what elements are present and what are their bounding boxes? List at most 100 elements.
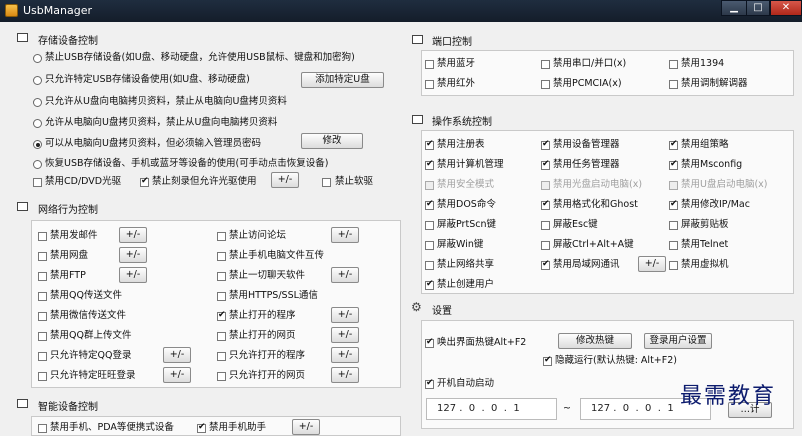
network-label-8: 禁用HTTPS/SSL通信 <box>229 290 318 301</box>
storage-radio-5[interactable] <box>33 140 42 149</box>
hidden-run-checkbox[interactable] <box>543 355 552 366</box>
network-checkbox-6[interactable] <box>217 272 226 281</box>
network-label-10: 禁止打开的程序 <box>229 310 296 321</box>
network-checkbox-16[interactable] <box>217 372 226 381</box>
port-checkbox-6[interactable] <box>669 80 678 89</box>
storage-radio-6[interactable] <box>33 160 42 169</box>
smart-plusminus-button[interactable]: +/- <box>292 419 320 435</box>
modify-hotkey-button[interactable]: 修改热键 <box>558 333 632 349</box>
storage-option-6: 恢复USB存储设备、手机或蓝牙等设备的使用(可手动点击恢复设备) <box>45 158 329 169</box>
network-plusminus-13[interactable]: +/- <box>163 347 191 363</box>
network-plusminus-6[interactable]: +/- <box>331 267 359 283</box>
port-checkbox-4[interactable] <box>425 80 434 89</box>
network-checkbox-10[interactable] <box>217 310 226 321</box>
storage-option-5: 可以从电脑向U盘拷贝资料，但必须输入管理员密码 <box>45 138 261 149</box>
hotkey-label: 唤出界面热键Alt+F2 <box>437 337 527 348</box>
os-checkbox-12[interactable] <box>669 199 678 210</box>
smart-section-title: 智能设备控制 <box>38 402 98 413</box>
disable-burn-checkbox[interactable] <box>140 176 149 187</box>
disable-floppy-checkbox[interactable] <box>322 178 331 187</box>
os-checkbox-7[interactable] <box>425 181 434 190</box>
network-checkbox-11[interactable] <box>38 332 47 341</box>
os-label-9: 禁用U盘启动电脑(x) <box>681 179 768 190</box>
os-label-5: 禁用任务管理器 <box>553 159 620 170</box>
storage-radio-3[interactable] <box>33 98 42 107</box>
disable-cd-checkbox[interactable] <box>33 178 42 187</box>
hotkey-checkbox[interactable] <box>425 337 434 348</box>
network-checkbox-2[interactable] <box>217 232 226 241</box>
network-plusminus-14[interactable]: +/- <box>331 347 359 363</box>
minimize-button[interactable]: ▁ <box>721 0 747 16</box>
os-checkbox-18[interactable] <box>669 241 678 250</box>
os-checkbox-6[interactable] <box>669 159 678 170</box>
port-checkbox-5[interactable] <box>541 80 550 89</box>
network-plusminus-2[interactable]: +/- <box>331 227 359 243</box>
os-checkbox-5[interactable] <box>541 159 550 170</box>
os-label-4: 禁用计算机管理 <box>437 159 504 170</box>
network-checkbox-5[interactable] <box>38 272 47 281</box>
network-checkbox-12[interactable] <box>217 332 226 341</box>
os-checkbox-13[interactable] <box>425 221 434 230</box>
disable-burn-label: 禁止刻录但允许光驱使用 <box>152 176 257 187</box>
network-plusminus-15[interactable]: +/- <box>163 367 191 383</box>
os-checkbox-15[interactable] <box>669 221 678 230</box>
network-checkbox-3[interactable] <box>38 252 47 261</box>
network-checkbox-4[interactable] <box>217 252 226 261</box>
network-checkbox-1[interactable] <box>38 232 47 241</box>
port-label-2: 禁用串口/并口(x) <box>553 58 627 69</box>
os-checkbox-20[interactable] <box>541 259 550 270</box>
os-checkbox-22[interactable] <box>425 279 434 290</box>
storage-option-1: 禁止USB存储设备(如U盘、移动硬盘，允许使用USB鼠标、键盘和加密狗) <box>45 52 355 63</box>
os-checkbox-16[interactable] <box>425 241 434 250</box>
add-specific-usb-button[interactable]: 添加特定U盘 <box>301 72 384 88</box>
network-checkbox-13[interactable] <box>38 352 47 361</box>
os-checkbox-2[interactable] <box>541 139 550 150</box>
os-checkbox-9[interactable] <box>669 181 678 190</box>
os-section-icon <box>412 115 423 124</box>
autostart-checkbox[interactable] <box>425 378 434 389</box>
os-checkbox-14[interactable] <box>541 221 550 230</box>
storage-radio-1[interactable] <box>33 54 42 63</box>
os-checkbox-19[interactable] <box>425 261 434 270</box>
network-plusminus-10[interactable]: +/- <box>331 307 359 323</box>
port-checkbox-3[interactable] <box>669 60 678 69</box>
os-checkbox-1[interactable] <box>425 139 434 150</box>
gear-icon: ⚙ <box>411 300 422 314</box>
lan-plusminus-button[interactable]: +/- <box>638 256 666 272</box>
network-checkbox-7[interactable] <box>38 292 47 301</box>
close-button[interactable]: ✕ <box>770 0 802 16</box>
network-plusminus-3[interactable]: +/- <box>119 247 147 263</box>
os-checkbox-3[interactable] <box>669 139 678 150</box>
os-label-11: 禁用格式化和Ghost <box>553 199 638 210</box>
port-checkbox-2[interactable] <box>541 60 550 69</box>
os-checkbox-21[interactable] <box>669 261 678 270</box>
os-label-19: 禁止网络共享 <box>437 259 495 270</box>
port-checkbox-1[interactable] <box>425 60 434 69</box>
network-plusminus-12[interactable]: +/- <box>331 327 359 343</box>
maximize-button[interactable]: □ <box>746 0 770 16</box>
os-label-10: 禁用DOS命令 <box>437 199 496 210</box>
os-label-1: 禁用注册表 <box>437 139 485 150</box>
ip-start-input[interactable]: 127 . 0 . 0 . 1 <box>426 398 557 420</box>
network-plusminus-1[interactable]: +/- <box>119 227 147 243</box>
storage-radio-4[interactable] <box>33 119 42 128</box>
os-checkbox-17[interactable] <box>541 241 550 250</box>
burn-plusminus-button[interactable]: +/- <box>271 172 299 188</box>
network-label-6: 禁止一切聊天软件 <box>229 270 306 281</box>
os-checkbox-11[interactable] <box>541 199 550 210</box>
network-checkbox-8[interactable] <box>217 292 226 301</box>
os-checkbox-4[interactable] <box>425 159 434 170</box>
network-plusminus-5[interactable]: +/- <box>119 267 147 283</box>
os-checkbox-8[interactable] <box>541 181 550 190</box>
storage-radio-2[interactable] <box>33 76 42 85</box>
storage-option-2: 只允许特定USB存储设备使用(如U盘、移动硬盘) <box>45 74 250 85</box>
network-label-9: 禁用微信传送文件 <box>50 310 127 321</box>
network-checkbox-14[interactable] <box>217 352 226 361</box>
modify-password-button[interactable]: 修改 <box>301 133 363 149</box>
storage-option-4: 允许从电脑向U盘拷贝资料，禁止从U盘向电脑拷贝资料 <box>45 117 278 128</box>
network-checkbox-9[interactable] <box>38 312 47 321</box>
network-plusminus-16[interactable]: +/- <box>331 367 359 383</box>
os-checkbox-10[interactable] <box>425 199 434 210</box>
login-settings-button[interactable]: 登录用户设置 <box>644 333 712 349</box>
network-checkbox-15[interactable] <box>38 372 47 381</box>
